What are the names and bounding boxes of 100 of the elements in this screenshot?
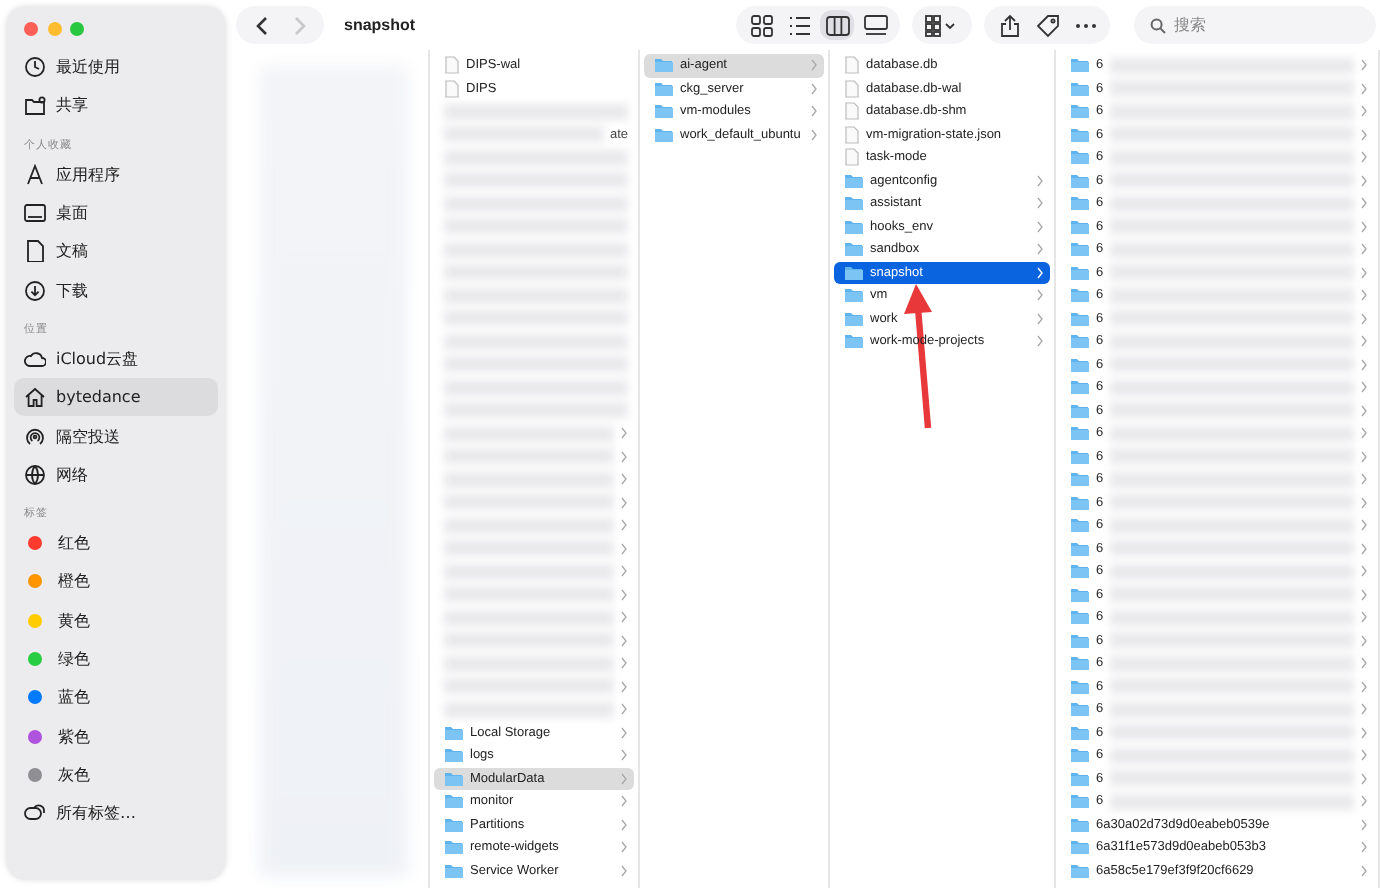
airdrop-icon	[24, 425, 46, 448]
folder-icon	[1070, 309, 1090, 328]
shared-folder-icon	[24, 94, 46, 117]
sidebar-item[interactable]: 红色	[14, 523, 218, 563]
folder-icon	[444, 746, 464, 765]
folder-icon	[1070, 700, 1090, 719]
forward-icon	[291, 15, 307, 35]
folder-icon	[1070, 562, 1090, 581]
home-icon	[24, 386, 46, 409]
folder-icon	[1070, 56, 1090, 75]
sidebar-item[interactable]: 所有标签…	[14, 794, 218, 833]
folder-icon	[1070, 401, 1090, 420]
folder-icon	[1070, 102, 1090, 121]
sidebar-item[interactable]: 应用程序	[14, 155, 218, 194]
folder-icon	[1070, 723, 1090, 742]
folder-icon	[1070, 539, 1090, 558]
sidebar-label: 下载	[56, 279, 88, 302]
column-view-icon	[825, 13, 849, 37]
folder-icon	[1070, 263, 1090, 282]
gallery-view-icon	[863, 13, 887, 37]
globe-icon	[24, 463, 46, 486]
folder-icon	[444, 769, 464, 788]
clock-icon	[24, 56, 46, 79]
folder-icon	[1070, 148, 1090, 167]
folder-icon	[444, 815, 464, 834]
folder-icon	[844, 286, 864, 305]
sidebar-label: 共享	[56, 94, 88, 117]
folder-icon	[654, 79, 674, 98]
folder-icon	[654, 102, 674, 121]
folder-icon	[1070, 424, 1090, 443]
folder-icon	[1070, 332, 1090, 351]
sidebar-label: 红色	[58, 532, 90, 555]
folder-icon	[844, 194, 864, 213]
folder-icon	[844, 217, 864, 236]
grid-view-icon	[749, 13, 773, 37]
folder-icon	[1070, 355, 1090, 374]
sidebar-label: iCloud云盘	[56, 347, 139, 370]
folder-icon	[844, 309, 864, 328]
sidebar-item[interactable]: 共享	[14, 86, 218, 126]
document-icon	[24, 240, 46, 263]
folder-icon	[1070, 125, 1090, 144]
sidebar-item[interactable]: 蓝色	[14, 678, 218, 717]
folder-icon	[1070, 79, 1090, 98]
folder-icon	[1070, 838, 1090, 857]
folder-icon	[1070, 654, 1090, 673]
folder-icon	[654, 125, 674, 144]
sidebar-item[interactable]: 灰色	[14, 755, 218, 795]
sidebar-label: 蓝色	[58, 686, 90, 709]
list-view-icon	[787, 13, 811, 37]
sidebar-item[interactable]: 最近使用	[14, 48, 218, 87]
close-button[interactable]	[24, 22, 38, 36]
sidebar-label: bytedance	[56, 388, 141, 407]
sidebar-item[interactable]: 橙色	[14, 562, 218, 602]
sidebar-label: 最近使用	[56, 56, 120, 79]
sidebar-item[interactable]: 黄色	[14, 601, 218, 640]
folder-icon	[1070, 240, 1090, 259]
folder-icon	[654, 56, 674, 75]
view-button[interactable]	[858, 10, 892, 40]
sidebar-item[interactable]: 桌面	[14, 193, 218, 233]
search-field[interactable]: 搜索	[1134, 6, 1376, 44]
folder-icon	[1070, 194, 1090, 213]
sidebar-label: 应用程序	[56, 163, 120, 186]
sidebar-item[interactable]: 网络	[14, 455, 218, 494]
sidebar-item[interactable]: 隔空投送	[14, 416, 218, 456]
folder-icon	[1070, 608, 1090, 627]
sidebar-label: 文稿	[56, 240, 88, 263]
folder-icon	[1070, 493, 1090, 512]
sidebar-label: 桌面	[56, 202, 88, 225]
folder-icon	[1070, 378, 1090, 397]
sidebar-item[interactable]: bytedance	[14, 378, 218, 417]
sidebar-item[interactable]: 文稿	[14, 232, 218, 271]
sidebar-label: 紫色	[58, 725, 90, 748]
cloud-icon	[24, 347, 46, 370]
sidebar-item[interactable]: iCloud云盘	[14, 339, 218, 379]
sidebar-label: 橙色	[58, 570, 90, 593]
folder-icon	[444, 861, 464, 880]
desktop-icon	[24, 202, 46, 225]
tag-icon	[1035, 13, 1059, 37]
folder-icon	[1070, 217, 1090, 236]
share-icon	[997, 13, 1021, 37]
sidebar-item[interactable]: 下载	[14, 270, 218, 310]
search-icon	[1150, 18, 1166, 34]
folder-icon	[1070, 516, 1090, 535]
grid-caret-icon	[924, 13, 960, 37]
folder-icon	[1070, 447, 1090, 466]
sidebar-item[interactable]: 绿色	[14, 639, 218, 679]
folder-icon	[1070, 746, 1090, 765]
sidebar-item[interactable]: 紫色	[14, 716, 218, 756]
sidebar-label: 隔空投送	[56, 425, 120, 448]
folder-icon	[1070, 769, 1090, 788]
folder-icon	[844, 332, 864, 351]
folder-icon	[1070, 815, 1090, 834]
folder-icon	[444, 838, 464, 857]
folder-icon	[1070, 677, 1090, 696]
back-icon	[253, 15, 269, 35]
folder-icon	[844, 171, 864, 190]
folder-icon	[1070, 861, 1090, 880]
view-button[interactable]	[820, 10, 854, 40]
sidebar-label: 绿色	[58, 648, 90, 670]
folder-icon	[1070, 585, 1090, 604]
